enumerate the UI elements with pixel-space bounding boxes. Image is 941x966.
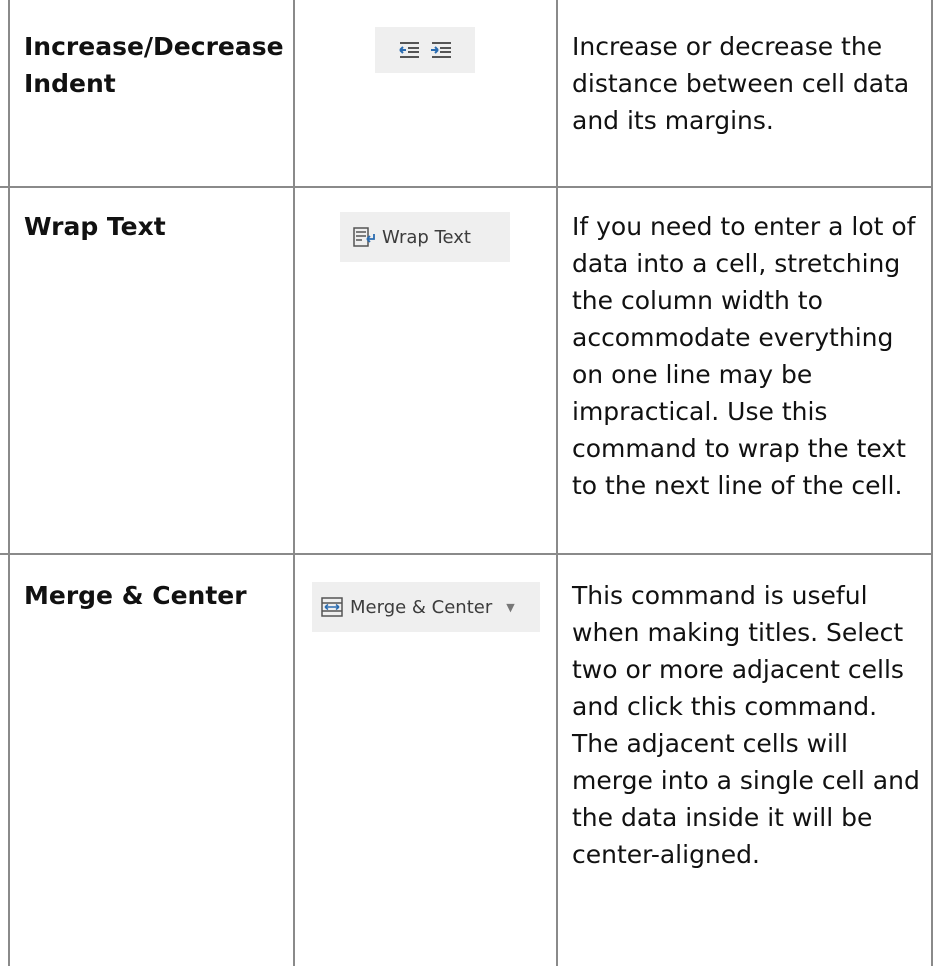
- column-divider-1: [293, 0, 295, 966]
- increase-indent-icon[interactable]: [429, 40, 453, 60]
- row-description-indent: Increase or decrease the distance betwee…: [572, 32, 910, 135]
- table-border-left: [8, 0, 10, 966]
- row-description-merge-center: This command is useful when making title…: [572, 581, 920, 869]
- merge-center-icon: [320, 596, 344, 618]
- row-label-wrap-text: Wrap Text: [24, 212, 166, 241]
- row-divider-1: [0, 186, 931, 188]
- command-table: Increase/Decrease Indent Increase or dec…: [0, 0, 941, 966]
- row-divider-2: [0, 553, 931, 555]
- decrease-indent-icon[interactable]: [397, 40, 421, 60]
- wrap-text-button[interactable]: Wrap Text: [340, 212, 510, 262]
- chevron-down-icon[interactable]: ▼: [506, 601, 514, 614]
- wrap-text-icon: [352, 226, 376, 248]
- row-label-indent: Increase/Decrease Indent: [24, 32, 284, 98]
- wrap-text-button-label: Wrap Text: [382, 226, 471, 248]
- indent-buttons[interactable]: [375, 27, 475, 73]
- row-description-wrap-text: If you need to enter a lot of data into …: [572, 212, 916, 500]
- merge-center-button[interactable]: Merge & Center ▼: [312, 582, 540, 632]
- column-divider-2: [556, 0, 558, 966]
- table-border-right: [931, 0, 933, 966]
- row-label-merge-center: Merge & Center: [24, 581, 247, 610]
- merge-center-button-label: Merge & Center: [350, 596, 493, 618]
